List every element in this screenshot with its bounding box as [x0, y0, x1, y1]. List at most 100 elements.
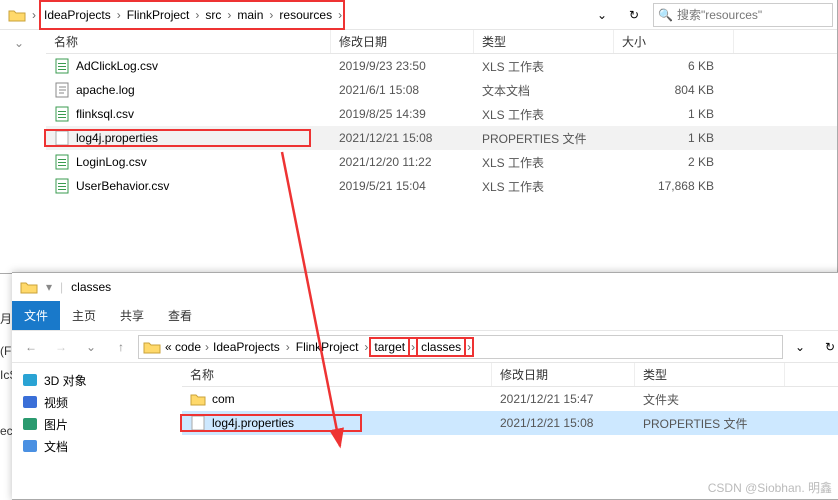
column-headers[interactable]: 名称 修改日期 类型 大小 — [46, 30, 837, 54]
file-size: 1 KB — [614, 131, 734, 145]
search-input[interactable]: 🔍 搜索"resources" — [653, 3, 833, 27]
file-date: 2021/12/21 15:08 — [331, 131, 474, 145]
file-name: flinksql.csv — [76, 107, 134, 121]
explorer-window-resources: › IdeaProjects›FlinkProject›src›main›res… — [0, 0, 838, 274]
3d-icon — [22, 373, 38, 387]
breadcrumb-item[interactable]: IdeaProjects — [42, 8, 113, 22]
chevron-right-icon[interactable]: › — [32, 8, 36, 22]
breadcrumb-prefix[interactable]: « code — [163, 340, 203, 354]
chevron-right-icon: › — [195, 8, 199, 22]
refresh-icon: ↻ — [629, 8, 639, 22]
column-headers[interactable]: 名称 修改日期 类型 — [182, 363, 838, 387]
col-date[interactable]: 修改日期 — [492, 363, 635, 386]
nav-forward-button[interactable]: → — [48, 334, 74, 360]
tab-file[interactable]: 文件 — [12, 301, 60, 330]
file-type: PROPERTIES 文件 — [635, 415, 785, 432]
address-bar-row: › IdeaProjects›FlinkProject›src›main›res… — [0, 0, 837, 30]
col-date[interactable]: 修改日期 — [331, 30, 474, 53]
file-icon — [190, 392, 206, 406]
history-dropdown-button[interactable]: ⌄ — [589, 3, 615, 27]
nav-item-label: 图片 — [44, 416, 68, 433]
doc-icon — [22, 439, 38, 453]
col-size[interactable]: 大小 — [614, 30, 734, 53]
file-type: XLS 工作表 — [474, 58, 614, 75]
breadcrumb-item[interactable]: IdeaProjects — [211, 340, 282, 354]
nav-item-label: 文档 — [44, 438, 68, 455]
breadcrumb-item[interactable]: classes — [419, 340, 463, 354]
file-list: 名称 修改日期 类型 大小 AdClickLog.csv 2019/9/23 23… — [46, 30, 837, 273]
file-date: 2019/8/25 14:39 — [331, 107, 474, 121]
tab-view[interactable]: 查看 — [156, 301, 204, 330]
nav-item[interactable]: 文档 — [22, 435, 182, 457]
table-row[interactable]: AdClickLog.csv2019/9/23 23:50XLS 工作表6 KB — [46, 54, 837, 78]
nav-item[interactable]: 图片 — [22, 413, 182, 435]
file-type: PROPERTIES 文件 — [474, 130, 614, 147]
file-name: LoginLog.csv — [76, 155, 147, 169]
breadcrumb-item[interactable]: FlinkProject — [125, 8, 192, 22]
breadcrumb-item[interactable]: main — [235, 8, 265, 22]
file-icon — [54, 59, 70, 73]
file-date: 2019/9/23 23:50 — [331, 59, 474, 73]
chevron-right-icon: › — [269, 8, 273, 22]
chevron-right-icon: › — [467, 340, 471, 354]
file-icon — [54, 179, 70, 193]
nav-up-button[interactable]: ↑ — [108, 334, 134, 360]
nav-history-button[interactable]: ⌄ — [78, 334, 104, 360]
chevron-right-icon: › — [205, 340, 209, 354]
table-row[interactable]: LoginLog.csv 2021/12/20 11:22XLS 工作表2 KB — [46, 150, 837, 174]
folder-icon — [20, 280, 38, 294]
file-size: 2 KB — [614, 155, 734, 169]
pic-icon — [22, 417, 38, 431]
history-dropdown-button[interactable]: ⌄ — [787, 335, 813, 359]
video-icon — [22, 395, 38, 409]
file-name: com — [212, 392, 235, 406]
folder-icon — [143, 340, 161, 354]
chevron-down-icon: ⌄ — [795, 340, 805, 354]
nav-item-label: 视频 — [44, 394, 68, 411]
col-name[interactable]: 名称 — [182, 363, 492, 386]
file-type: 文件夹 — [635, 391, 785, 408]
col-type[interactable]: 类型 — [635, 363, 785, 386]
file-name: AdClickLog.csv — [76, 59, 158, 73]
table-row[interactable]: log4j.properties2021/12/21 15:08PROPERTI… — [182, 411, 838, 435]
arrow-left-icon: ← — [25, 340, 37, 354]
address-bar[interactable]: « code › IdeaProjects›FlinkProject›targe… — [138, 335, 783, 359]
col-name[interactable]: 名称 — [46, 30, 331, 53]
file-size: 804 KB — [614, 83, 734, 97]
file-type: XLS 工作表 — [474, 154, 614, 171]
nav-item[interactable]: 3D 对象 — [22, 369, 182, 391]
nav-item[interactable]: 视频 — [22, 391, 182, 413]
tab-home[interactable]: 主页 — [60, 301, 108, 330]
breadcrumb-item[interactable]: FlinkProject — [294, 340, 361, 354]
col-type[interactable]: 类型 — [474, 30, 614, 53]
window-title-bar[interactable]: ▾ | classes — [12, 273, 838, 301]
chevron-right-icon: › — [117, 8, 121, 22]
chevron-down-icon: ⌄ — [597, 8, 607, 22]
file-type: 文本文档 — [474, 82, 614, 99]
refresh-button[interactable]: ↻ — [817, 335, 838, 359]
arrow-up-icon: ↑ — [118, 340, 124, 354]
refresh-button[interactable]: ↻ — [621, 3, 647, 27]
breadcrumb-item[interactable]: resources — [277, 8, 334, 22]
file-date: 2021/12/20 11:22 — [331, 155, 474, 169]
chevron-right-icon: › — [227, 8, 231, 22]
breadcrumb-item[interactable]: target — [372, 340, 407, 354]
file-icon — [190, 416, 206, 430]
file-name: log4j.properties — [212, 416, 294, 430]
table-row[interactable]: flinksql.csv2019/8/25 14:39XLS 工作表1 KB — [46, 102, 837, 126]
breadcrumb[interactable]: IdeaProjects›FlinkProject›target›classes… — [211, 335, 471, 359]
expand-toggle-icon[interactable]: ⌄ — [14, 36, 24, 50]
explorer-window-classes: ▾ | classes 文件 主页 共享 查看 ← → ⌄ ↑ « code ›… — [12, 272, 838, 500]
table-row[interactable]: apache.log2021/6/1 15:08文本文档804 KB — [46, 78, 837, 102]
table-row[interactable]: com2021/12/21 15:47文件夹 — [182, 387, 838, 411]
breadcrumb-item[interactable]: src — [203, 8, 223, 22]
chevron-right-icon: › — [286, 340, 290, 354]
file-name: UserBehavior.csv — [76, 179, 169, 193]
table-row[interactable]: log4j.properties2021/12/21 15:08PROPERTI… — [46, 126, 837, 150]
file-name: apache.log — [76, 83, 135, 97]
file-icon — [54, 155, 70, 169]
nav-back-button[interactable]: ← — [18, 334, 44, 360]
tab-share[interactable]: 共享 — [108, 301, 156, 330]
breadcrumb[interactable]: IdeaProjects›FlinkProject›src›main›resou… — [42, 3, 342, 27]
table-row[interactable]: UserBehavior.csv2019/5/21 15:04XLS 工作表17… — [46, 174, 837, 198]
